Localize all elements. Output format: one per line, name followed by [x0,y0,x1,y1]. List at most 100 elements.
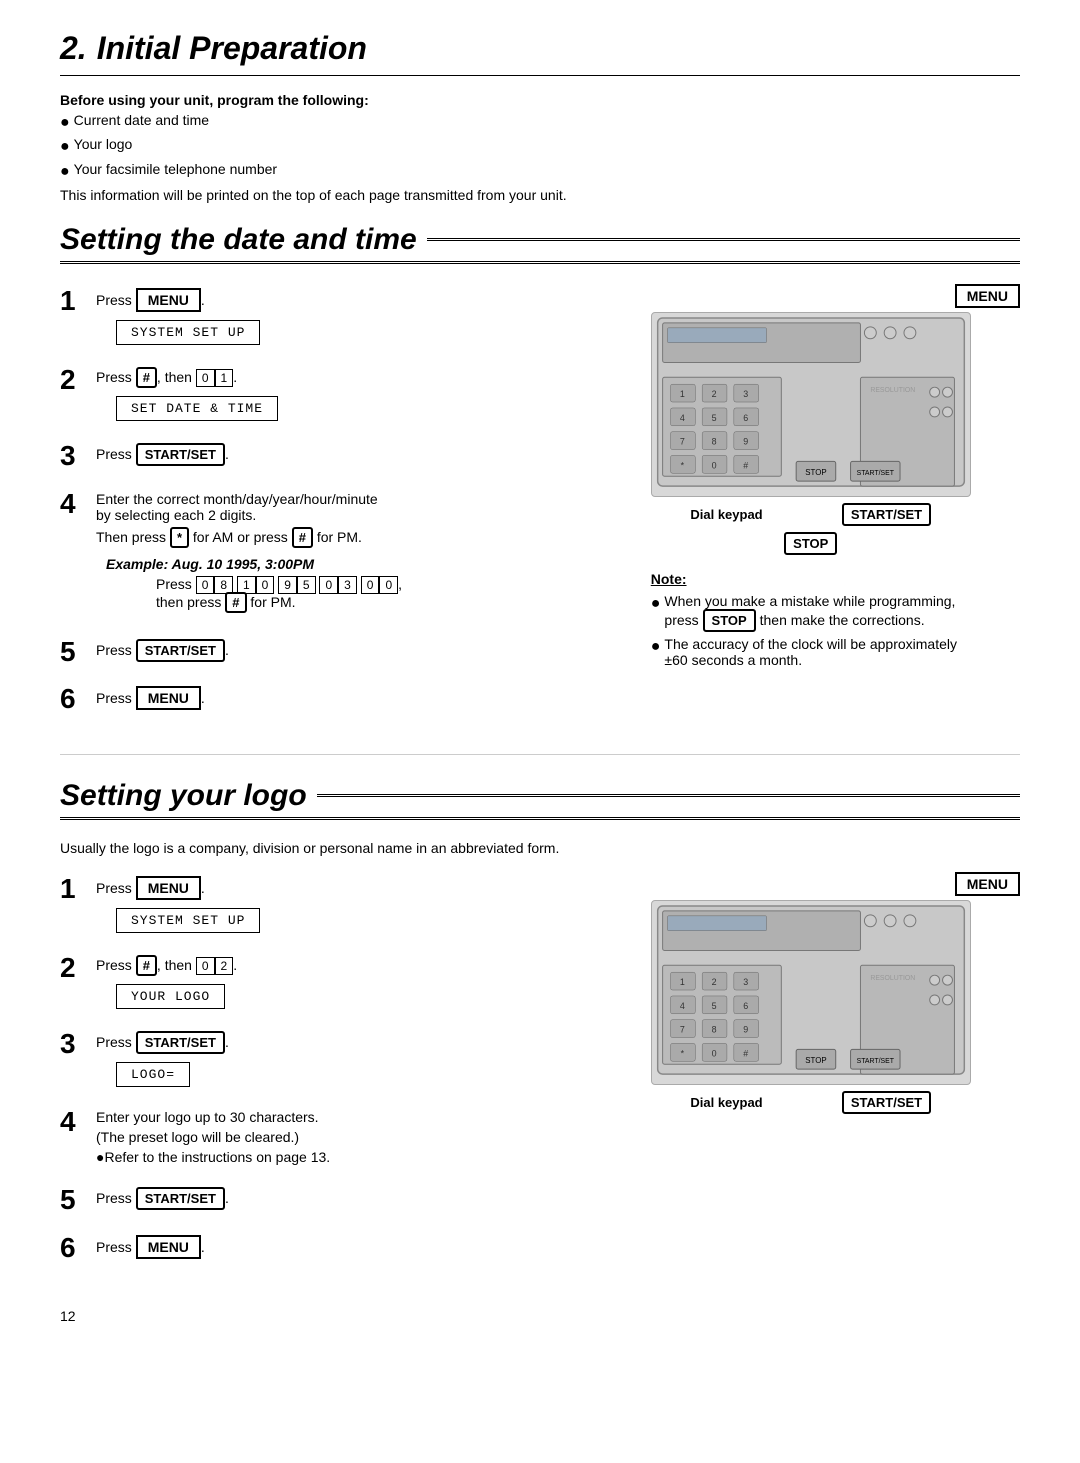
menu-btn-s2-2: MENU [136,1235,201,1259]
section1-heading: Setting the date and time [60,223,1020,264]
s2-step-num-4: 4 [60,1105,96,1139]
intro-bold: Before using your unit, program the foll… [60,92,1020,108]
key-0: 0 [196,369,215,387]
s2-step6: 6 Press MENU. [60,1231,572,1265]
svg-text:RESOLUTION: RESOLUTION [870,975,915,982]
svg-text:2: 2 [711,977,716,987]
step6-date: 6 Press MENU. [60,682,572,716]
s2-step-num-3: 3 [60,1027,96,1061]
s2-step-num-5: 5 [60,1183,96,1217]
lcd-set-date-time: SET DATE & TIME [116,396,278,421]
hash-key-1: # [136,367,157,388]
example-block: Example: Aug. 10 1995, 3:00PM Press 08 1… [106,556,572,613]
hash-key-2: # [292,527,313,548]
step4-content: Enter the correct month/day/year/hour/mi… [96,487,572,621]
step-number-1: 1 [60,284,96,318]
svg-text:3: 3 [743,977,748,987]
fax-machine-svg-2: 1 2 3 4 5 6 7 8 9 * 0 [651,900,971,1085]
step-number-5: 5 [60,635,96,669]
s2-step6-content: Press MENU. [96,1231,572,1263]
step5-date: 5 Press START/SET. [60,635,572,669]
menu-label-diagram-1: MENU [955,284,1020,308]
s2-step3-content: Press START/SET. LOGO= [96,1027,572,1091]
start-set-label-1: START/SET [842,503,931,526]
section1-steps: 1 Press MENU. SYSTEM SET UP 2 Press #, t… [60,284,572,730]
key-1: 1 [215,369,234,387]
step3-content: Press START/SET. [96,439,572,470]
section1-content: 1 Press MENU. SYSTEM SET UP 2 Press #, t… [60,284,1020,730]
svg-text:8: 8 [711,437,716,447]
title-number: 2. [60,30,87,67]
svg-text:1: 1 [680,977,685,987]
step6-content: Press MENU. [96,682,572,714]
svg-text:*: * [680,1048,684,1058]
page-title: 2. Initial Preparation [60,30,1020,67]
stop-btn-note: STOP [703,609,756,632]
svg-text:#: # [743,1048,748,1058]
section1-diagram: MENU 1 2 3 4 [602,284,1021,730]
star-key: * [170,527,189,548]
note-title-1: Note: [651,571,971,587]
svg-text:1: 1 [680,389,685,399]
lcd-logo-eq: LOGO= [116,1062,190,1087]
svg-text:0: 0 [711,460,716,470]
section2-intro: Usually the logo is a company, division … [60,840,1020,856]
s2-step3: 3 Press START/SET. LOGO= [60,1027,572,1091]
s2-step-num-1: 1 [60,872,96,906]
ex-d9: 0 [361,576,380,594]
bullet-1: ● Current date and time [60,112,1020,134]
s2-step4: 4 Enter your logo up to 30 characters. (… [60,1105,572,1169]
lcd-system-setup-1: SYSTEM SET UP [116,320,260,345]
bullet-3: ● Your facsimile telephone number [60,161,1020,183]
example-title: Example: Aug. 10 1995, 3:00PM [106,556,572,572]
fax-labels-1: Dial keypad START/SET [651,503,971,526]
svg-text:7: 7 [680,1025,685,1035]
step2-content: Press #, then 01. SET DATE & TIME [96,363,572,425]
section2-heading: Setting your logo [60,779,1020,820]
s2-step2-content: Press #, then 02. YOUR LOGO [96,951,572,1013]
s2-key-2: 2 [215,957,234,975]
s2-step-num-6: 6 [60,1231,96,1265]
s2-step1: 1 Press MENU. SYSTEM SET UP [60,872,572,937]
fax-labels-2: Dial keypad START/SET [651,1091,971,1114]
svg-text:START/SET: START/SET [856,470,894,477]
s2-key-0: 0 [196,957,215,975]
step-number-3: 3 [60,439,96,473]
svg-text:4: 4 [680,1001,685,1011]
step-number-2: 2 [60,363,96,397]
section2-diagram: MENU 1 2 3 4 5 6 7 [602,872,1021,1278]
step2-date: 2 Press #, then 01. SET DATE & TIME [60,363,572,425]
svg-text:#: # [743,460,748,470]
hash-key-3: # [225,592,246,613]
svg-text:2: 2 [711,389,716,399]
intro-body: This information will be printed on the … [60,187,1020,203]
menu-btn-s2-1: MENU [136,876,201,900]
step1-date: 1 Press MENU. SYSTEM SET UP [60,284,572,349]
ex-d7: 0 [319,576,338,594]
svg-text:START/SET: START/SET [856,1058,894,1065]
fax-machine-svg-1: 1 2 3 4 5 6 7 8 9 * [651,312,971,497]
page-number: 12 [60,1308,1020,1324]
bullet-2: ● Your logo [60,136,1020,158]
start-set-s2-2: START/SET [136,1187,225,1210]
svg-text:9: 9 [743,437,748,447]
svg-text:5: 5 [711,413,716,423]
start-set-s2-1: START/SET [136,1031,225,1054]
menu-label-diagram-2: MENU [955,872,1020,896]
section2-content: 1 Press MENU. SYSTEM SET UP 2 Press #, t… [60,872,1020,1278]
s2-step5-content: Press START/SET. [96,1183,572,1214]
note-item-2: ● The accuracy of the clock will be appr… [651,636,971,668]
svg-text:9: 9 [743,1025,748,1035]
note-section-1: Note: ● When you make a mistake while pr… [651,571,971,672]
svg-text:5: 5 [711,1001,716,1011]
svg-text:RESOLUTION: RESOLUTION [870,387,915,394]
step4-date: 4 Enter the correct month/day/year/hour/… [60,487,572,621]
step-number-4: 4 [60,487,96,521]
menu-button-1: MENU [136,288,201,312]
start-set-label-2: START/SET [842,1091,931,1114]
dial-keypad-label-2: Dial keypad [690,1095,762,1110]
start-set-btn-1: START/SET [136,443,225,466]
svg-text:STOP: STOP [805,468,826,477]
step5-content: Press START/SET. [96,635,572,666]
stop-label-1: STOP [784,532,837,555]
